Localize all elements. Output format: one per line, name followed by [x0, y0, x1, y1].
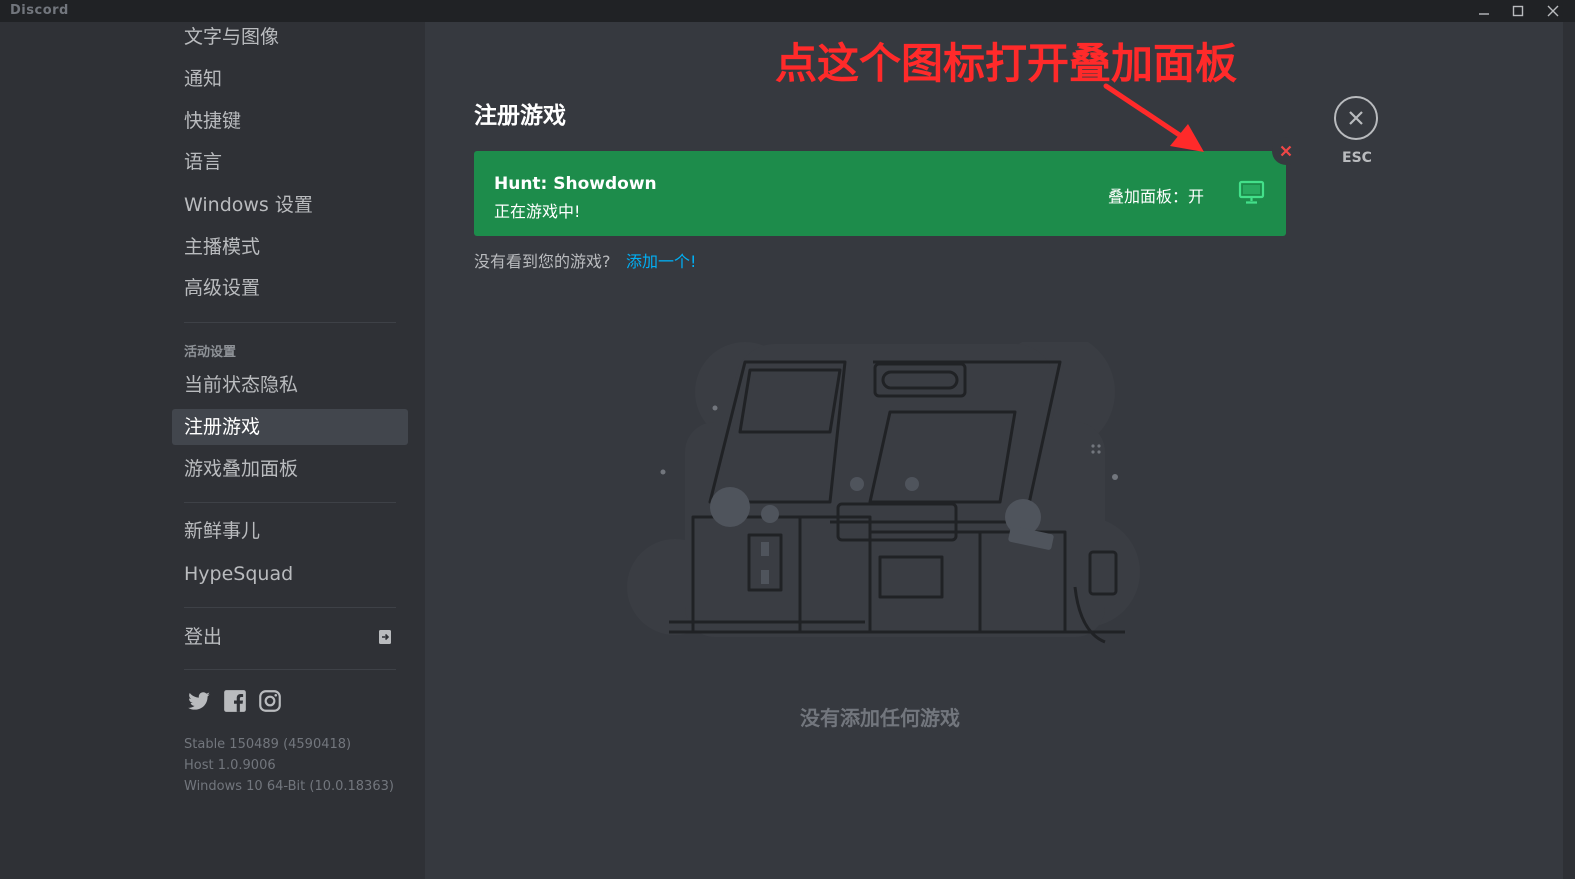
remove-game-button[interactable] — [1272, 137, 1300, 165]
sidebar-item-notifications[interactable]: 通知 — [172, 61, 408, 97]
logout-button[interactable]: 登出 — [172, 619, 408, 655]
app-title: Discord — [10, 3, 69, 18]
twitter-link[interactable] — [186, 688, 212, 714]
version-os: Windows 10 64-Bit (10.0.18363) — [184, 779, 394, 794]
sidebar-item-streamer-mode[interactable]: 主播模式 — [172, 229, 408, 265]
overlay-value: 开 — [1188, 187, 1205, 206]
activity-settings-header: 活动设置 — [184, 345, 237, 360]
empty-state-text: 没有添加任何游戏 — [800, 706, 960, 730]
sidebar-item-windows-settings[interactable]: Windows 设置 — [172, 187, 408, 223]
add-game-link[interactable]: 添加一个! — [626, 248, 696, 272]
logout-label: 登出 — [184, 626, 223, 648]
overlay-label: 叠加面板： — [1108, 187, 1189, 206]
facebook-icon — [224, 690, 246, 712]
sidebar-divider — [184, 322, 396, 323]
sidebar-item-whats-new[interactable]: 新鲜事儿 — [172, 513, 408, 549]
close-window-button[interactable] — [1536, 0, 1570, 22]
minimize-icon — [1479, 13, 1489, 15]
page-title: 注册游戏 — [474, 103, 566, 129]
sidebar-divider — [184, 502, 396, 503]
sidebar-item-registered-games[interactable]: 注册游戏 — [172, 409, 408, 445]
game-status: 正在游戏中! — [494, 202, 581, 221]
maximize-icon — [1512, 5, 1524, 17]
sidebar-divider — [184, 669, 396, 670]
sidebar-item-activity-privacy[interactable]: 当前状态隐私 — [172, 367, 408, 403]
sidebar-item-hypesquad[interactable]: HypeSquad — [172, 556, 408, 592]
monitor-icon — [1238, 180, 1265, 204]
overlay-status: 叠加面板：开 — [1108, 183, 1204, 207]
sidebar-item-language[interactable]: 语言 — [172, 144, 408, 180]
not-seen-text: 没有看到您的游戏? — [474, 252, 611, 271]
logout-icon — [379, 630, 391, 644]
instagram-link[interactable] — [257, 688, 283, 714]
close-icon — [1280, 145, 1292, 157]
overlay-toggle-button[interactable] — [1238, 179, 1265, 206]
version-stable: Stable 150489 (4590418) — [184, 737, 352, 752]
sidebar-divider — [184, 607, 396, 608]
instagram-icon — [259, 690, 281, 712]
facebook-link[interactable] — [222, 688, 248, 714]
sidebar-item-game-overlay[interactable]: 游戏叠加面板 — [172, 451, 408, 487]
esc-label: ESC — [1342, 150, 1372, 166]
twitter-icon — [188, 692, 210, 710]
version-host: Host 1.0.9006 — [184, 758, 276, 773]
annotation-arrow-icon — [1103, 83, 1204, 152]
game-name: Hunt: Showdown — [494, 174, 657, 194]
arcade-illustration — [627, 342, 1140, 644]
close-icon — [1349, 111, 1363, 125]
esc-close-button[interactable] — [1334, 96, 1378, 140]
maximize-button[interactable] — [1501, 0, 1535, 22]
close-icon — [1547, 5, 1559, 17]
scrollbar-track[interactable] — [1563, 22, 1575, 879]
sidebar-item-advanced[interactable]: 高级设置 — [172, 270, 408, 306]
sidebar-item-keybinds[interactable]: 快捷键 — [172, 103, 408, 139]
sidebar-item-text-images[interactable]: 文字与图像 — [172, 19, 408, 55]
minimize-button[interactable] — [1467, 0, 1501, 22]
